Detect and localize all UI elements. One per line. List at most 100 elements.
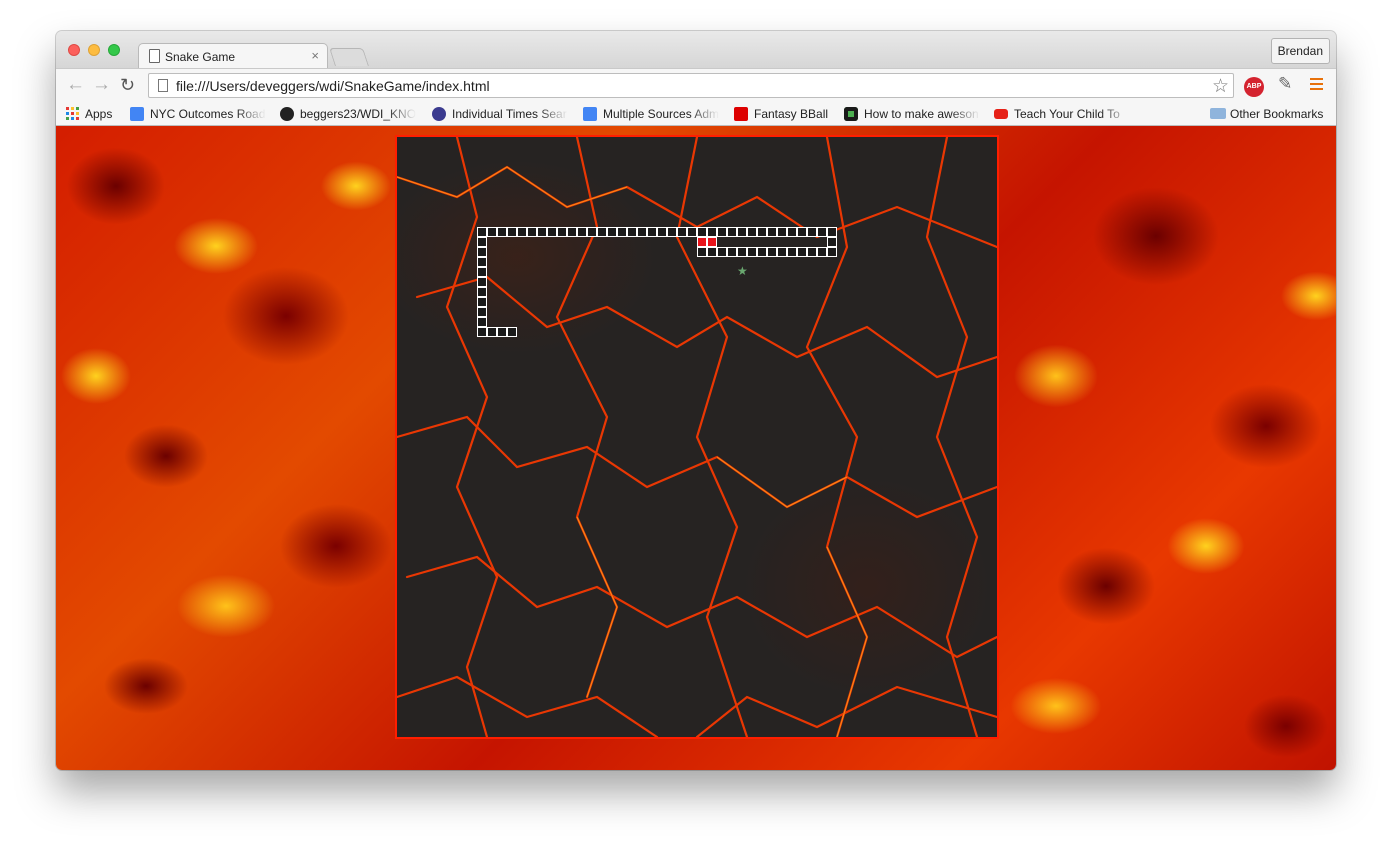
snake-segment <box>557 227 567 237</box>
bookmark-star-icon[interactable]: ☆ <box>1212 75 1229 98</box>
snake-segment <box>657 227 667 237</box>
document-icon <box>149 49 160 63</box>
address-url[interactable]: file:///Users/deveggers/wdi/SnakeGame/in… <box>176 78 490 94</box>
snake-segment <box>697 227 707 237</box>
snake-segment <box>817 227 827 237</box>
snake-segment <box>617 227 627 237</box>
snake-segment <box>727 227 737 237</box>
bookmark-label: beggers23/WDI_KNO <box>300 107 416 121</box>
browser-toolbar: ← → ↻ file:///Users/deveggers/wdi/SnakeG… <box>56 68 1336 103</box>
snake-segment <box>717 247 727 257</box>
google-docs-icon <box>130 107 144 121</box>
bookmark-label: Individual Times Sear <box>452 107 567 121</box>
snake-segment <box>797 227 807 237</box>
snake-segment <box>477 327 487 337</box>
forward-arrow-icon[interactable]: → <box>92 75 111 95</box>
bookmark-how-to-make[interactable]: How to make aweson <box>844 106 980 122</box>
snake-segment <box>777 247 787 257</box>
snake-segment <box>477 237 487 247</box>
snake-segment <box>707 247 717 257</box>
browser-window: Snake Game × Brendan ← → ↻ file:///Users… <box>56 31 1336 770</box>
snake-segment <box>697 247 707 257</box>
snake-segment <box>587 227 597 237</box>
snake-segment <box>507 327 517 337</box>
snake-segment <box>667 227 677 237</box>
address-bar[interactable]: file:///Users/deveggers/wdi/SnakeGame/in… <box>148 73 1234 98</box>
snake-segment <box>737 247 747 257</box>
snake-segment <box>527 227 537 237</box>
snake-segment <box>787 247 797 257</box>
window-maximize-button[interactable] <box>108 44 120 56</box>
title-bar: Snake Game × Brendan <box>56 31 1336 69</box>
snake-segment <box>637 227 647 237</box>
snake-segment <box>477 287 487 297</box>
snake-segment <box>647 227 657 237</box>
bookmark-label: Other Bookmarks <box>1230 107 1324 121</box>
snake-segment <box>477 317 487 327</box>
snake-segment <box>807 227 817 237</box>
snake-segment <box>807 247 817 257</box>
snake-segment <box>677 227 687 237</box>
profile-button[interactable]: Brendan <box>1270 38 1330 64</box>
snake-segment <box>747 247 757 257</box>
snake-segment <box>477 257 487 267</box>
tab-title: Snake Game <box>165 50 236 64</box>
bookmark-label: How to make aweson <box>864 107 979 121</box>
snake-segment <box>747 227 757 237</box>
snake-segment <box>547 227 557 237</box>
snake-segment <box>757 227 767 237</box>
google-docs-icon <box>583 107 597 121</box>
snake-segment <box>627 227 637 237</box>
food-star-icon: ★ <box>737 264 748 278</box>
bookmark-label: Fantasy BBall <box>754 107 829 121</box>
back-arrow-icon[interactable]: ← <box>66 75 85 95</box>
snake-segment <box>487 227 497 237</box>
snake-segment <box>827 227 837 237</box>
snake-segment <box>537 227 547 237</box>
snake-segment <box>507 227 517 237</box>
snake-segment <box>477 227 487 237</box>
snake-segment <box>497 327 507 337</box>
espn-icon <box>734 107 748 121</box>
window-minimize-button[interactable] <box>88 44 100 56</box>
snake-segment <box>577 227 587 237</box>
snake-segment <box>787 227 797 237</box>
github-icon <box>280 107 294 121</box>
snake-segment <box>767 247 777 257</box>
bookmark-label: NYC Outcomes Road <box>150 107 266 121</box>
apps-grid-icon <box>66 107 79 120</box>
game-board[interactable]: ★ <box>395 135 999 739</box>
chrome-menu-icon[interactable] <box>1310 78 1323 93</box>
page-icon <box>158 79 168 92</box>
snake-segment <box>707 237 717 247</box>
snake-segment <box>737 227 747 237</box>
bookmark-individual-times[interactable]: Individual Times Sear <box>432 106 568 122</box>
bookmark-teach-your-child[interactable]: Teach Your Child To <box>994 106 1130 122</box>
snake-segment <box>697 237 707 247</box>
bookmark-other-bookmarks[interactable]: Other Bookmarks <box>1210 106 1330 122</box>
bookmark-fantasy-bball[interactable]: Fantasy BBall <box>734 106 834 122</box>
tab-close-icon[interactable]: × <box>311 48 319 63</box>
bookmark-nyc-outcomes[interactable]: NYC Outcomes Road <box>130 106 266 122</box>
bookmarks-bar: Apps NYC Outcomes Road beggers23/WDI_KNO… <box>56 102 1336 126</box>
page-content-lava-background: ★ <box>56 126 1336 770</box>
window-close-button[interactable] <box>68 44 80 56</box>
adblock-plus-icon[interactable]: ABP <box>1244 77 1264 97</box>
snake-segment <box>597 227 607 237</box>
bookmark-github[interactable]: beggers23/WDI_KNO <box>280 106 416 122</box>
snake-segment <box>727 247 737 257</box>
snake-segment <box>517 227 527 237</box>
reload-icon[interactable]: ↻ <box>120 75 135 95</box>
snake-segment <box>797 247 807 257</box>
bookmark-apps[interactable]: Apps <box>65 106 115 122</box>
bookmark-label: Apps <box>85 107 113 121</box>
green-circle-icon <box>844 107 858 121</box>
snake-segment <box>817 247 827 257</box>
folder-icon <box>1210 108 1226 119</box>
bookmark-multiple-sources[interactable]: Multiple Sources Adm <box>583 106 719 122</box>
new-tab-button[interactable] <box>329 48 369 66</box>
snake-segment <box>687 227 697 237</box>
snake-segment <box>477 267 487 277</box>
eyedropper-extension-icon[interactable]: ✎ <box>1278 74 1292 94</box>
tab-snake-game[interactable]: Snake Game × <box>138 43 328 69</box>
